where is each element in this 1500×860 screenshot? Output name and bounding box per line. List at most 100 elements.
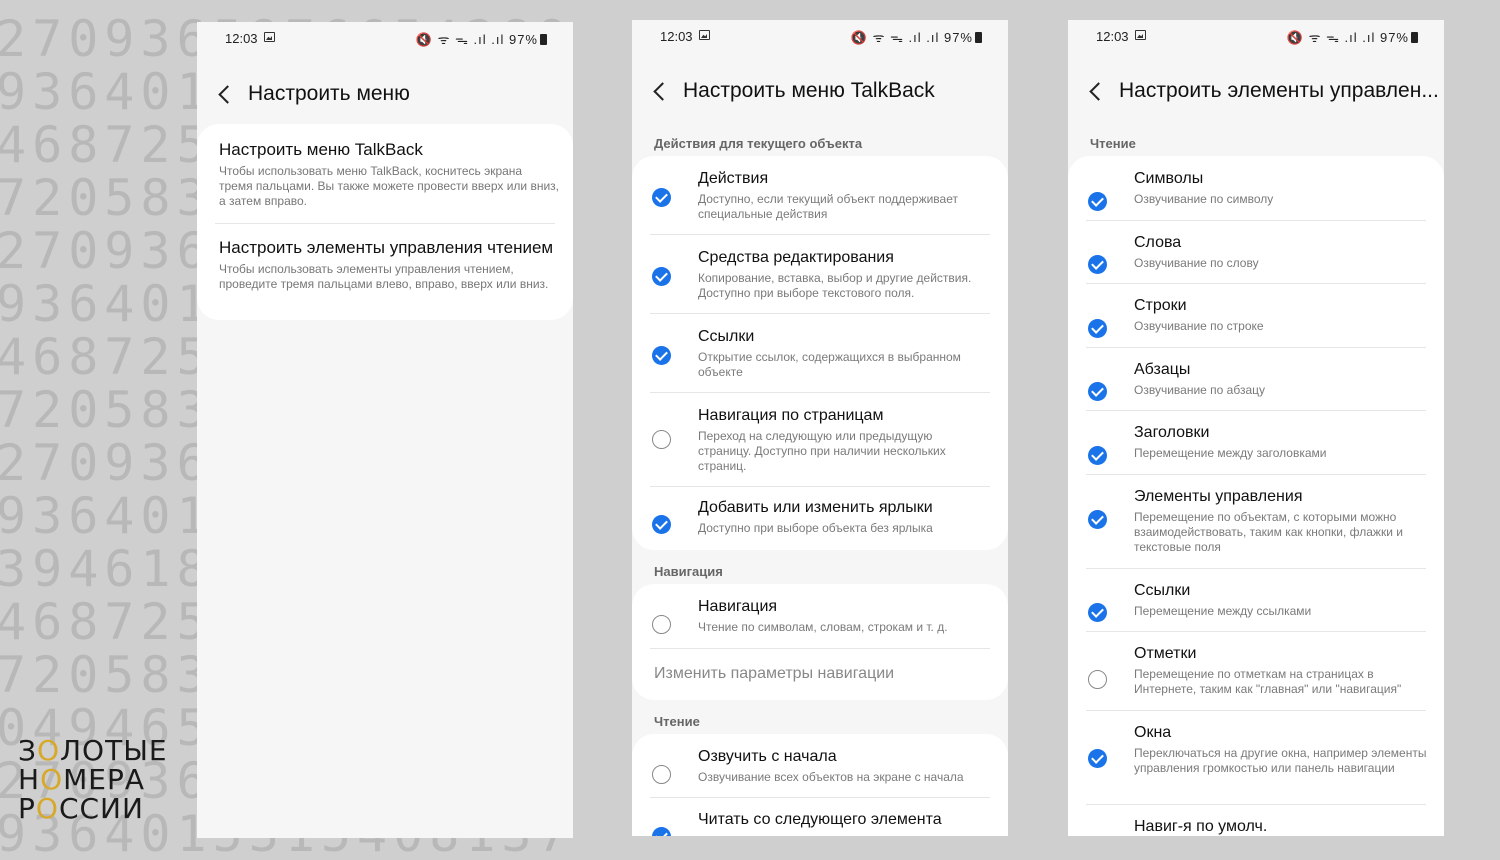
checkbox-checked-icon[interactable] <box>1088 382 1107 401</box>
row-desc: Перемещение по отметкам на страницах в И… <box>1134 667 1402 696</box>
logo-line: РОССИИ <box>18 794 168 823</box>
row-title: Читать со следующего элемента <box>698 811 942 828</box>
app-bar: Настроить меню TalkBack <box>632 75 1008 115</box>
battery-icon <box>540 34 547 45</box>
status-indicators: 🔇 ᯤ ᯓ .ıl .ıl 97% <box>851 28 982 46</box>
section-header: Действия для текущего объекта <box>654 136 863 151</box>
zolotye-nomera-logo: ЗОЛОТЫЕ НОМЕРА РОССИИ <box>18 736 168 823</box>
menu-item-reading-controls[interactable]: Настроить элементы управления чтением Чт… <box>219 238 559 292</box>
row-title: Ссылки <box>1134 582 1191 599</box>
section-header: Навигация <box>654 564 723 579</box>
row-desc: Переключаться на другие окна, например э… <box>1134 746 1427 775</box>
divider <box>1086 410 1426 411</box>
checkbox-unchecked-icon[interactable] <box>652 765 671 784</box>
status-indicators: 🔇 ᯤ ᯓ .ıl .ıl 97% <box>416 30 547 48</box>
logo-letter-accent: О <box>35 792 59 825</box>
logo-line: ЗОЛОТЫЕ <box>18 736 168 765</box>
row-title: Отметки <box>1134 645 1197 662</box>
menu-item-desc: Чтобы использовать элементы управления ч… <box>219 262 549 291</box>
divider <box>1086 710 1426 711</box>
divider <box>1086 804 1426 805</box>
checkbox-checked-icon[interactable] <box>652 188 671 207</box>
row-desc: Доступно при выборе объекта без ярлыка <box>698 521 933 535</box>
checkbox-unchecked-icon[interactable] <box>652 615 671 634</box>
row-title: Слова <box>1134 234 1182 251</box>
logo-letter: Р <box>18 792 36 825</box>
change-navigation-settings-link[interactable]: Изменить параметры навигации <box>654 665 894 683</box>
settings-card: Озвучить с начала Озвучивание всех объек… <box>632 734 1008 836</box>
row-title: Средства редактирования <box>698 249 894 266</box>
phone-screen-reading-controls: 12:03 🔇 ᯤ ᯓ .ıl .ıl 97% Настроить элемен… <box>1068 20 1444 836</box>
divider <box>1086 347 1426 348</box>
menu-item-title: Настроить элементы управления чтением <box>219 238 554 257</box>
menu-item-desc: Чтобы использовать меню TalkBack, коснит… <box>219 164 560 208</box>
settings-card: Символы Озвучивание по символу Слова Озв… <box>1068 156 1444 836</box>
checkbox-unchecked-icon[interactable] <box>652 430 671 449</box>
phone-screen-talkback-menu: 12:03 🔇 ᯤ ᯓ .ıl .ıl 97% Настроить меню T… <box>632 20 1008 836</box>
row-desc: Озвучивание по строке <box>1134 319 1264 333</box>
row-desc: Перемещение между ссылками <box>1134 604 1312 618</box>
checkbox-checked-icon[interactable] <box>1088 319 1107 338</box>
divider <box>650 648 990 649</box>
divider <box>1086 568 1426 569</box>
signal-icons: 🔇 ᯤ ᯓ .ıl .ıl <box>1286 30 1376 45</box>
row-title: Навигация по страницам <box>698 407 884 424</box>
row-title: Навигация <box>698 598 778 615</box>
battery-icon <box>975 32 982 43</box>
gallery-icon <box>699 30 710 40</box>
row-desc: Открытие ссылок, содержащихся в выбранно… <box>698 350 961 379</box>
app-bar: Настроить элементы управлен... <box>1068 75 1444 115</box>
row-title: Символы <box>1134 170 1204 187</box>
back-arrow-icon[interactable] <box>1089 82 1108 101</box>
checkbox-checked-icon[interactable] <box>1088 749 1107 768</box>
menu-item-talkback-menu[interactable]: Настроить меню TalkBack Чтобы использова… <box>219 140 559 209</box>
row-title: Абзацы <box>1134 361 1191 378</box>
back-arrow-icon[interactable] <box>218 85 237 104</box>
row-title: Добавить или изменить ярлыки <box>698 499 933 516</box>
battery-percent: 97% <box>508 32 538 47</box>
gallery-icon <box>264 32 275 42</box>
divider <box>1086 631 1426 632</box>
status-time: 12:03 <box>660 29 693 44</box>
checkbox-checked-icon[interactable] <box>1088 446 1107 465</box>
row-desc: Переход на следующую или предыдущую стра… <box>698 429 946 473</box>
checkbox-checked-icon[interactable] <box>652 827 671 836</box>
row-title: Озвучить с начала <box>698 748 837 765</box>
signal-icons: 🔇 ᯤ ᯓ .ıl .ıl <box>415 32 505 47</box>
checkbox-checked-icon[interactable] <box>1088 603 1107 622</box>
row-desc: Перемещение между заголовками <box>1134 446 1327 460</box>
status-indicators: 🔇 ᯤ ᯓ .ıl .ıl 97% <box>1287 28 1418 46</box>
divider <box>650 392 990 393</box>
gallery-icon <box>1135 30 1146 40</box>
divider <box>650 313 990 314</box>
logo-letter: ССИИ <box>58 792 144 825</box>
row-desc: Перемещение по объектам, с которыми можн… <box>1134 510 1403 554</box>
row-desc: Доступно, если текущий объект поддержива… <box>698 192 958 221</box>
checkbox-checked-icon[interactable] <box>1088 510 1107 529</box>
row-title: Навиг-я по умолч. <box>1134 818 1268 835</box>
back-arrow-icon[interactable] <box>653 82 672 101</box>
checkbox-checked-icon[interactable] <box>652 267 671 286</box>
logo-line: НОМЕРА <box>18 765 168 794</box>
settings-card: Настроить меню TalkBack Чтобы использова… <box>197 124 573 320</box>
row-desc: Озвучивание по абзацу <box>1134 383 1265 397</box>
settings-card: Действия Доступно, если текущий объект п… <box>632 156 1008 550</box>
checkbox-unchecked-icon[interactable] <box>1088 670 1107 689</box>
divider <box>650 797 990 798</box>
signal-icons: 🔇 ᯤ ᯓ .ıl .ıl <box>850 30 940 45</box>
row-desc: Озвучивание по символу <box>1134 192 1274 206</box>
checkbox-checked-icon[interactable] <box>652 515 671 534</box>
checkbox-checked-icon[interactable] <box>1088 192 1107 211</box>
checkbox-checked-icon[interactable] <box>652 346 671 365</box>
section-header: Чтение <box>1090 136 1136 151</box>
settings-card: Навигация Чтение по символам, словам, ст… <box>632 584 1008 700</box>
checkbox-checked-icon[interactable] <box>1088 255 1107 274</box>
row-title: Строки <box>1134 297 1187 314</box>
battery-percent: 97% <box>943 30 973 45</box>
divider <box>1086 474 1426 475</box>
status-bar: 12:03 🔇 ᯤ ᯓ .ıl .ıl 97% <box>197 22 573 54</box>
page-title: Настроить элементы управлен... <box>1119 79 1437 102</box>
page-title: Настроить меню TalkBack <box>683 79 935 102</box>
row-desc: Озвучивание всех объектов на экране с на… <box>698 770 964 784</box>
row-title: Заголовки <box>1134 424 1210 441</box>
